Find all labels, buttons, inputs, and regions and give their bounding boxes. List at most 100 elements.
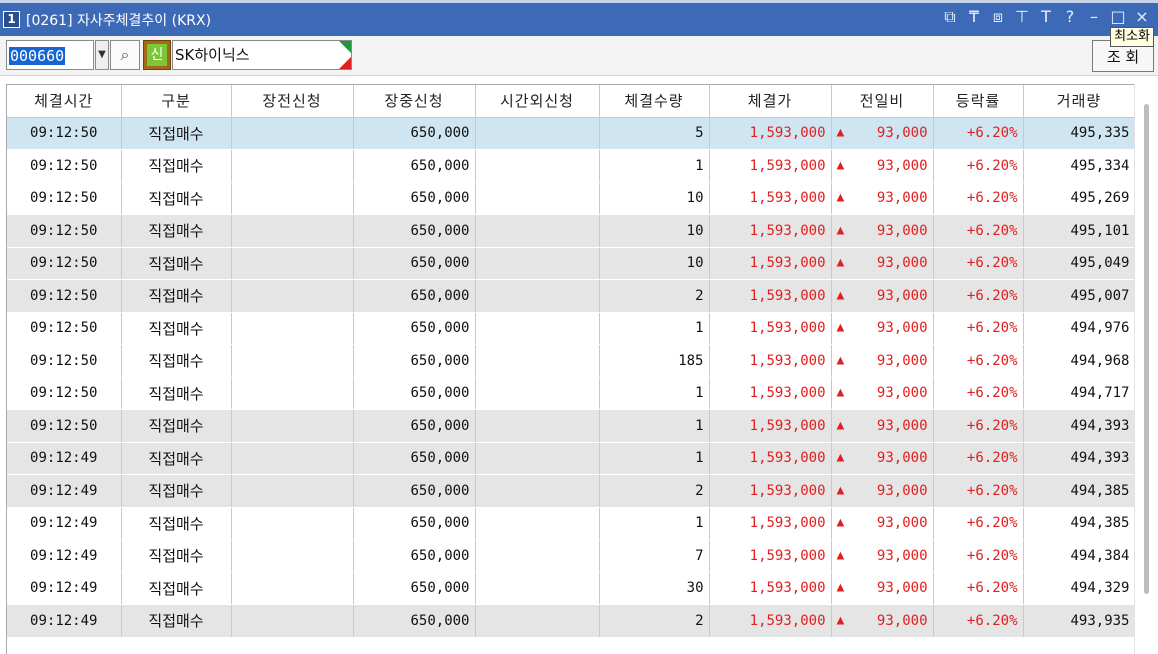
cell-time: 09:12:50 bbox=[7, 377, 122, 410]
cell-time: 09:12:50 bbox=[7, 149, 122, 183]
column-header[interactable]: 시간외신청 bbox=[475, 85, 600, 118]
cell-intraday: 650,000 bbox=[353, 279, 476, 313]
cell-after-hours bbox=[475, 507, 600, 540]
cell-intraday: 650,000 bbox=[353, 507, 476, 540]
credit-label: 신 bbox=[147, 44, 167, 66]
cell-type: 직접매수 bbox=[121, 117, 232, 150]
cell-type: 직접매수 bbox=[121, 182, 232, 215]
cell-type: 직접매수 bbox=[121, 442, 232, 475]
table-row[interactable]: 09:12:50 직접매수 650,000 185 1,593,000 ▲ 93,000 +6… bbox=[7, 344, 1136, 378]
column-header[interactable]: 체결가 bbox=[709, 85, 832, 118]
cell-change: ▲ 93,000 bbox=[831, 247, 934, 280]
pin-icon[interactable]: ₸ bbox=[964, 7, 984, 27]
maximize-icon[interactable]: □ bbox=[1108, 7, 1128, 27]
table-row[interactable]: 09:12:50 직접매수 650,000 10 1,593,000 ▲ 93,000 +6.… bbox=[7, 214, 1136, 248]
stock-code-dropdown-button[interactable]: ▼ bbox=[95, 40, 109, 70]
copy-window-icon[interactable]: ⧈ bbox=[988, 7, 1008, 27]
up-arrow-icon: ▲ bbox=[836, 190, 845, 206]
minimize-icon[interactable]: – bbox=[1084, 7, 1104, 27]
cell-rate: +6.20% bbox=[933, 182, 1024, 215]
table-row[interactable]: 09:12:50 직접매수 650,000 2 1,593,000 ▲ 93,000 +6.2… bbox=[7, 279, 1136, 313]
cell-pre-market bbox=[231, 149, 354, 183]
up-arrow-icon: ▲ bbox=[836, 157, 845, 173]
column-header[interactable]: 거래량 bbox=[1023, 85, 1136, 118]
cell-rate: +6.20% bbox=[933, 247, 1024, 280]
table-row[interactable]: 09:12:50 직접매수 650,000 10 1,593,000 ▲ 93,000 +6.… bbox=[7, 182, 1136, 215]
cell-price: 1,593,000 bbox=[709, 474, 832, 508]
font-size-icon[interactable]: T bbox=[1036, 7, 1056, 27]
cell-quantity: 10 bbox=[599, 182, 710, 215]
cell-rate: +6.20% bbox=[933, 149, 1024, 183]
up-arrow-icon: ▲ bbox=[836, 547, 845, 563]
cell-after-hours bbox=[475, 312, 600, 345]
table-row[interactable]: 09:12:49 직접매수 650,000 1 1,593,000 ▲ 93,000 +6.2… bbox=[7, 442, 1136, 475]
column-header[interactable]: 등락률 bbox=[933, 85, 1024, 118]
close-icon[interactable]: × bbox=[1132, 7, 1152, 27]
column-header[interactable]: 체결수량 bbox=[599, 85, 710, 118]
cell-type: 직접매수 bbox=[121, 572, 232, 605]
table-row[interactable]: 09:12:50 직접매수 650,000 5 1,593,000 ▲ 93,000 +6.2… bbox=[7, 117, 1136, 150]
cell-rate: +6.20% bbox=[933, 572, 1024, 605]
cell-intraday: 650,000 bbox=[353, 312, 476, 345]
cell-volume: 495,007 bbox=[1023, 279, 1136, 313]
cell-pre-market bbox=[231, 507, 354, 540]
stock-code-input[interactable]: 000660 bbox=[6, 40, 94, 70]
cell-rate: +6.20% bbox=[933, 604, 1024, 638]
table-row[interactable]: 09:12:50 직접매수 650,000 10 1,593,000 ▲ 93,000 +6.… bbox=[7, 247, 1136, 280]
table-row[interactable]: 09:12:49 직접매수 650,000 7 1,593,000 ▲ 93,000 +6.2… bbox=[7, 539, 1136, 573]
cell-price: 1,593,000 bbox=[709, 279, 832, 313]
cell-pre-market bbox=[231, 312, 354, 345]
column-header[interactable]: 전일비 bbox=[831, 85, 934, 118]
always-on-top-icon[interactable]: ⊤ bbox=[1012, 7, 1032, 27]
table-row[interactable]: 09:12:50 직접매수 650,000 1 1,593,000 ▲ 93,000 +6.2… bbox=[7, 312, 1136, 345]
table-row[interactable]: 09:12:50 직접매수 650,000 1 1,593,000 ▲ 93,000 +6.2… bbox=[7, 149, 1136, 183]
cell-rate: +6.20% bbox=[933, 409, 1024, 443]
minimize-tooltip: 최소화 bbox=[1110, 27, 1154, 47]
link-window-icon[interactable]: ⧉ bbox=[940, 7, 960, 27]
vertical-scrollbar[interactable] bbox=[1134, 84, 1158, 654]
table-row[interactable]: 09:12:49 직접매수 650,000 1 1,593,000 ▲ 93,000 +6.2… bbox=[7, 507, 1136, 540]
cell-pre-market bbox=[231, 279, 354, 313]
help-icon[interactable]: ? bbox=[1060, 7, 1080, 27]
cell-price: 1,593,000 bbox=[709, 572, 832, 605]
cell-after-hours bbox=[475, 344, 600, 378]
change-value: 93,000 bbox=[876, 255, 928, 272]
up-arrow-icon: ▲ bbox=[836, 352, 845, 368]
scrollbar-thumb[interactable] bbox=[1144, 104, 1149, 594]
cell-rate: +6.20% bbox=[933, 214, 1024, 248]
stock-search-button[interactable]: ⌕ bbox=[110, 40, 140, 70]
table-row[interactable]: 09:12:50 직접매수 650,000 1 1,593,000 ▲ 93,000 +6.2… bbox=[7, 409, 1136, 443]
cell-volume: 494,968 bbox=[1023, 344, 1136, 378]
column-header[interactable]: 장중신청 bbox=[353, 85, 476, 118]
cell-change: ▲ 93,000 bbox=[831, 604, 934, 638]
cell-price: 1,593,000 bbox=[709, 214, 832, 248]
cell-type: 직접매수 bbox=[121, 377, 232, 410]
table-row[interactable]: 09:12:49 직접매수 650,000 2 1,593,000 ▲ 93,000 +6.2… bbox=[7, 474, 1136, 508]
table-row[interactable]: 09:12:49 직접매수 650,000 2 1,593,000 ▲ 93,000 +6.2… bbox=[7, 604, 1136, 638]
cell-change: ▲ 93,000 bbox=[831, 182, 934, 215]
cell-quantity: 2 bbox=[599, 604, 710, 638]
cell-pre-market bbox=[231, 539, 354, 573]
up-arrow-icon: ▲ bbox=[836, 612, 845, 628]
column-header[interactable]: 구분 bbox=[121, 85, 232, 118]
cell-after-hours bbox=[475, 409, 600, 443]
column-header[interactable]: 장전신청 bbox=[231, 85, 354, 118]
cell-intraday: 650,000 bbox=[353, 247, 476, 280]
cell-time: 09:12:50 bbox=[7, 247, 122, 280]
table-row[interactable]: 09:12:49 직접매수 650,000 30 1,593,000 ▲ 93,000 +6.… bbox=[7, 572, 1136, 605]
cell-rate: +6.20% bbox=[933, 279, 1024, 313]
cell-volume: 494,393 bbox=[1023, 442, 1136, 475]
up-arrow-icon: ▲ bbox=[836, 320, 845, 336]
cell-quantity: 1 bbox=[599, 507, 710, 540]
cell-after-hours bbox=[475, 214, 600, 248]
cell-price: 1,593,000 bbox=[709, 409, 832, 443]
up-arrow-icon: ▲ bbox=[836, 417, 845, 433]
table-row[interactable]: 09:12:50 직접매수 650,000 1 1,593,000 ▲ 93,000 +6.2… bbox=[7, 377, 1136, 410]
change-value: 93,000 bbox=[876, 287, 928, 304]
cell-time: 09:12:49 bbox=[7, 474, 122, 508]
cell-intraday: 650,000 bbox=[353, 604, 476, 638]
up-arrow-icon: ▲ bbox=[836, 222, 845, 238]
credit-badge[interactable]: 신 bbox=[143, 40, 171, 70]
column-header[interactable]: 체결시간 bbox=[7, 85, 122, 118]
cell-type: 직접매수 bbox=[121, 409, 232, 443]
